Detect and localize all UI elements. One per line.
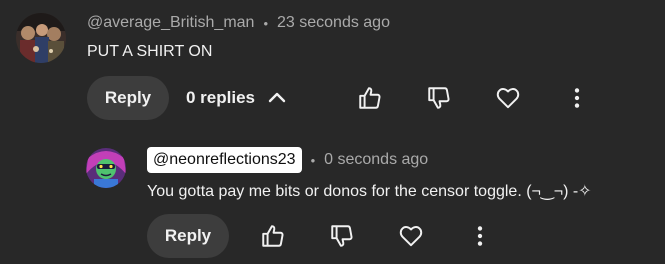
heart-icon — [399, 226, 423, 247]
reply-button[interactable]: Reply — [87, 76, 169, 120]
dislike-button[interactable] — [324, 218, 360, 254]
reply-button[interactable]: Reply — [147, 214, 229, 258]
chevron-up-icon — [268, 92, 286, 103]
like-icon — [359, 87, 381, 109]
separator-dot: • — [263, 15, 268, 31]
heart-button[interactable] — [490, 80, 526, 116]
author-handle-badge[interactable]: @neonreflections23 — [147, 147, 302, 173]
avatar[interactable] — [16, 13, 66, 63]
like-icon — [262, 225, 284, 247]
more-options-button[interactable] — [559, 80, 595, 116]
replies-toggle[interactable]: 0 replies — [186, 76, 289, 120]
dislike-icon — [331, 225, 353, 247]
comment-thread: @average_British_man • 23 seconds ago PU… — [0, 0, 665, 264]
separator-dot: • — [310, 152, 316, 168]
more-vertical-icon — [574, 88, 580, 108]
replies-count-label: 0 replies — [186, 88, 255, 107]
comment-meta: @average_British_man • 23 seconds ago — [87, 12, 390, 34]
heart-button[interactable] — [393, 218, 429, 254]
reply-meta: @neonreflections23 • 0 seconds ago — [147, 147, 428, 173]
more-vertical-icon — [477, 226, 483, 246]
dislike-button[interactable] — [421, 80, 457, 116]
heart-icon — [496, 88, 520, 109]
author-name[interactable]: @average_British_man — [87, 14, 254, 32]
timestamp[interactable]: 23 seconds ago — [277, 14, 390, 32]
like-button[interactable] — [255, 218, 291, 254]
timestamp[interactable]: 0 seconds ago — [324, 151, 428, 169]
more-options-button[interactable] — [462, 218, 498, 254]
like-button[interactable] — [352, 80, 388, 116]
reply-text: You gotta pay me bits or donos for the c… — [147, 183, 592, 200]
dislike-icon — [428, 87, 450, 109]
comment-text: PUT A SHIRT ON — [87, 43, 213, 60]
reply-avatar[interactable] — [86, 148, 126, 188]
